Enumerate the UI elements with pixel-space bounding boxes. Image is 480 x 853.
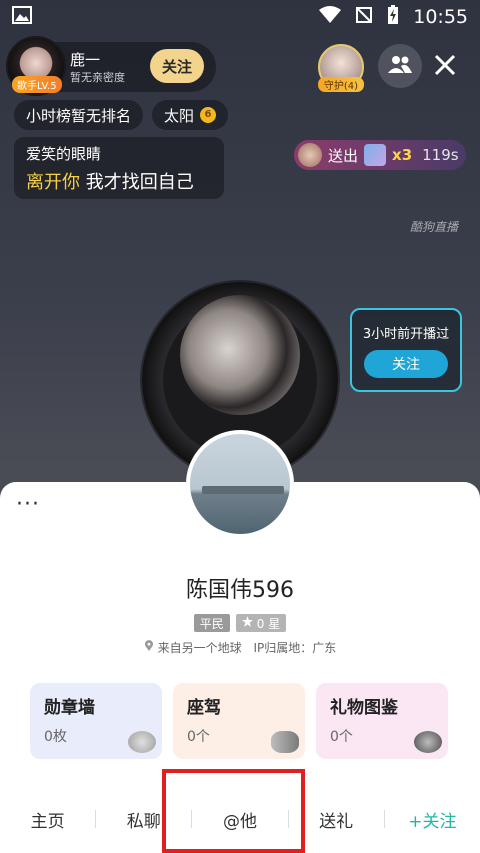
medal-wall-title: 勋章墙 — [44, 698, 95, 718]
song-title: 爱笑的眼睛 — [26, 145, 102, 163]
group-icon — [387, 54, 413, 78]
more-options-icon[interactable]: ··· — [16, 494, 40, 516]
medal-icon — [128, 731, 156, 753]
lyric-rest: 我才找回自己 — [80, 172, 194, 193]
follow-tab[interactable]: +关注 — [385, 807, 480, 832]
vehicle-icon — [271, 731, 299, 753]
home-tab[interactable]: 主页 — [0, 807, 95, 832]
sun-tag[interactable]: 太阳 — [152, 100, 229, 130]
star-count: 0 星 — [256, 616, 281, 631]
lyric-highlight: 离开你 — [26, 172, 80, 193]
no-signal-icon — [355, 6, 373, 29]
star-icon — [241, 616, 253, 630]
wifi-icon — [319, 5, 342, 29]
hourly-rank-label: 小时榜暂无排名 — [26, 106, 132, 125]
profile-location: 来自另一个地球 IP归属地：广东 — [0, 639, 480, 656]
battery-charging-icon — [387, 4, 399, 30]
gift-catalog-icon — [414, 731, 442, 753]
gift-catalog-card[interactable]: 礼物图鉴 0个 — [316, 683, 448, 759]
gift-action-text: 送出 — [328, 146, 359, 165]
gift-catalog-title: 礼物图鉴 — [330, 698, 398, 718]
replay-text: 3小时前开播过 — [362, 326, 450, 342]
location-pin-icon — [144, 640, 158, 655]
profile-badges: 平民 0 星 — [0, 614, 480, 632]
app-watermark: 酷狗直播 — [410, 220, 459, 234]
audience-members-button[interactable] — [378, 44, 422, 88]
lyric-line: 离开你 我才找回自己 — [26, 168, 212, 194]
location-text: 来自另一个地球 — [157, 641, 242, 655]
vehicle-title: 座驾 — [187, 698, 221, 718]
rank-badge: 平民 — [193, 614, 230, 632]
host-name: 鹿一 — [70, 51, 101, 69]
gallery-notification-icon — [12, 5, 32, 29]
star-badge: 0 星 — [235, 614, 287, 632]
sun-label: 太阳 — [164, 106, 195, 125]
song-lyric-panel: 爱笑的眼睛 离开你 我才找回自己 — [14, 137, 224, 199]
vehicle-card[interactable]: 座驾 0个 — [173, 683, 305, 759]
gift-image-icon — [364, 144, 387, 166]
mention-highlight-box — [162, 769, 305, 853]
status-bar: 10:55 — [0, 0, 480, 34]
replay-follow-button[interactable]: 关注 — [364, 349, 448, 378]
close-button[interactable] — [430, 50, 460, 80]
host-intimacy: 暂无亲密度 — [70, 71, 125, 84]
gift-sender-avatar — [298, 143, 322, 167]
medal-wall-card[interactable]: 勋章墙 0枚 — [30, 683, 162, 759]
guard-count-badge: 守护(4) — [318, 77, 364, 92]
follow-host-button[interactable]: 关注 — [150, 49, 204, 83]
gift-countdown: 119s — [422, 146, 459, 164]
ip-region: IP归属地：广东 — [253, 641, 337, 655]
album-cover — [180, 295, 300, 415]
gift-multiplier: x3 — [392, 146, 413, 164]
profile-avatar[interactable] — [186, 430, 294, 538]
gift-notification-bar: 送出 x3 119s — [294, 140, 466, 170]
profile-name: 陈国伟596 — [186, 578, 294, 603]
sun-icon — [200, 107, 217, 123]
close-icon — [430, 54, 460, 84]
replay-panel: 3小时前开播过 关注 — [350, 308, 462, 392]
host-level-badge: 歌手LV.5 — [12, 76, 62, 93]
hourly-rank-tag[interactable]: 小时榜暂无排名 — [14, 100, 144, 130]
clock-time: 10:55 — [413, 6, 468, 28]
